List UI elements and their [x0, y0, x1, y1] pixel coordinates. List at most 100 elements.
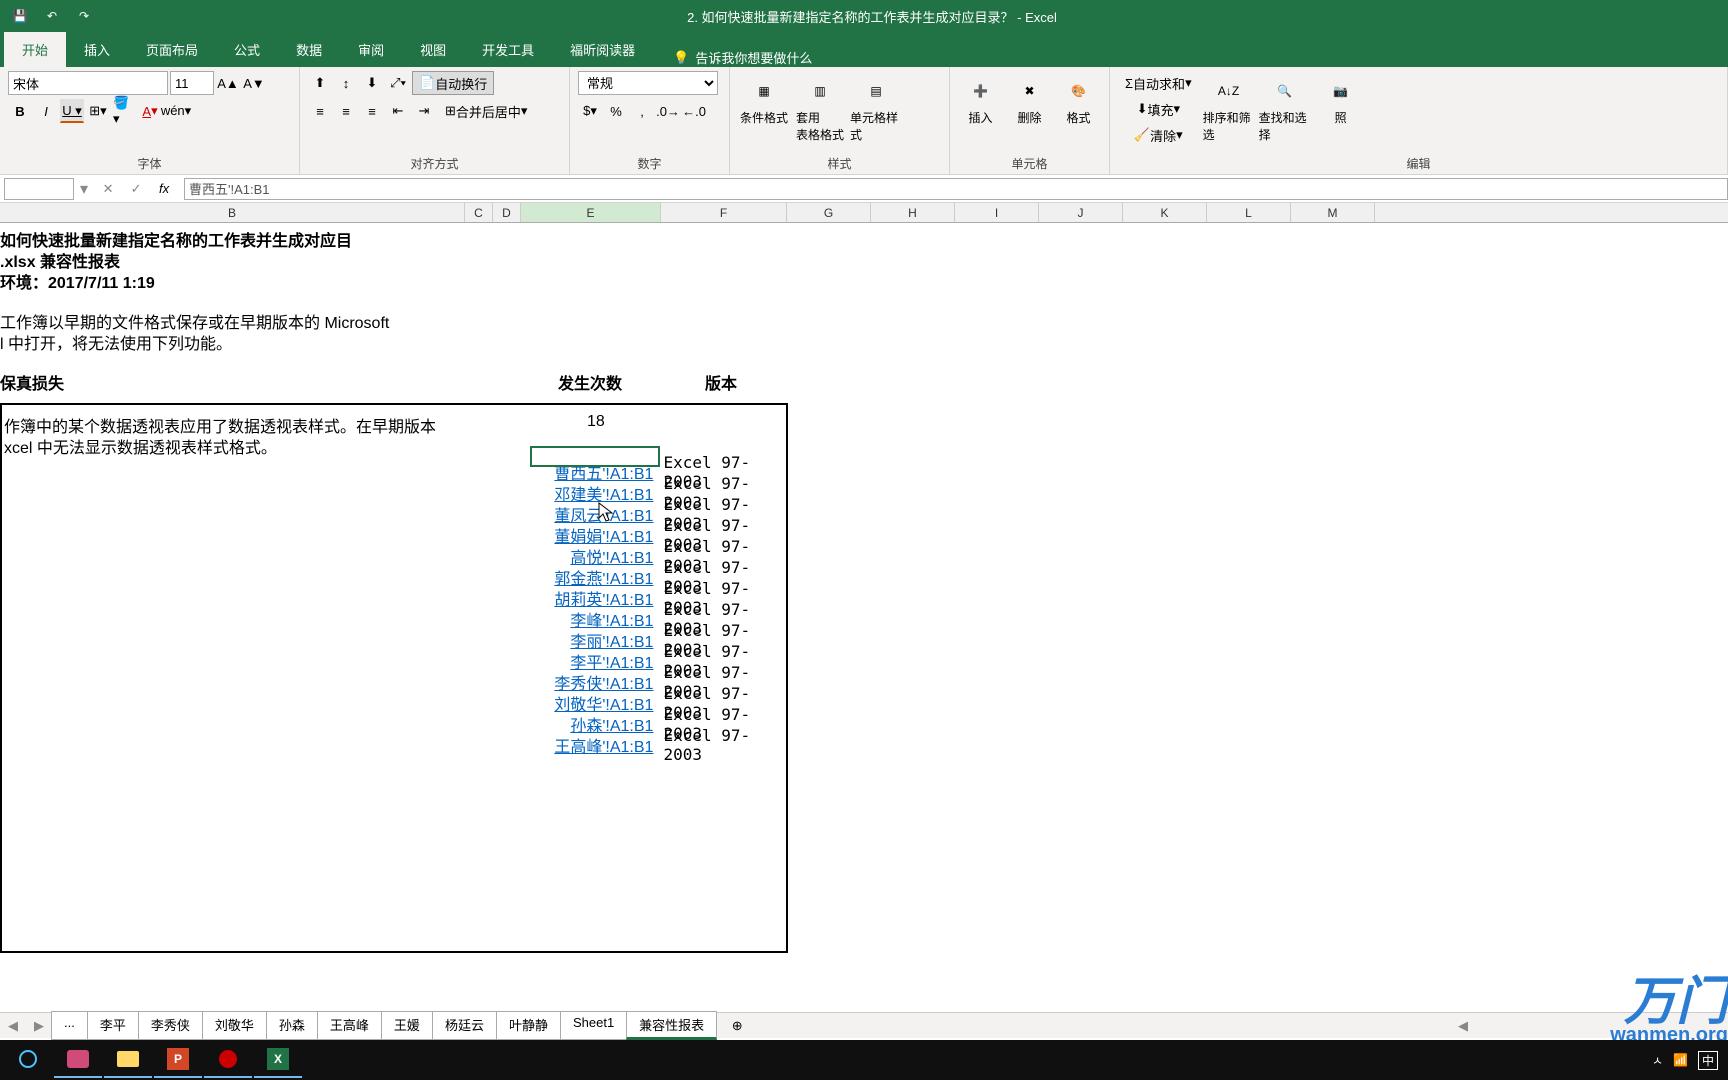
sheet-tab[interactable]: ... — [51, 1011, 88, 1040]
tray-network-icon[interactable]: 📶 — [1673, 1053, 1688, 1067]
recorder-icon[interactable] — [204, 1042, 252, 1078]
decrease-font-icon[interactable]: A▼ — [242, 71, 266, 95]
tray-chevron-icon[interactable]: ㅅ — [1652, 1052, 1663, 1069]
fx-icon[interactable]: fx — [152, 177, 176, 201]
table-format-button[interactable]: ▥套用 表格格式 — [794, 71, 846, 147]
col-b[interactable]: B — [0, 203, 465, 222]
fill-button[interactable]: ⬇ 填充 ▾ — [1118, 97, 1199, 121]
excel-taskbar-icon[interactable]: X — [254, 1042, 302, 1078]
tell-me-search[interactable]: 💡 告诉我你想要做什么 — [673, 48, 812, 67]
save-icon[interactable]: 💾 — [8, 4, 32, 28]
system-tray[interactable]: ㅅ 📶 中 — [1652, 1040, 1718, 1080]
formula-bar[interactable]: 曹西五'!A1:B1 — [184, 178, 1728, 200]
sheet-tab[interactable]: 李平 — [87, 1011, 139, 1040]
wrap-text-button[interactable]: 📄 自动换行 — [412, 71, 494, 95]
accept-formula-icon[interactable]: ✓ — [124, 177, 148, 201]
tab-developer[interactable]: 开发工具 — [464, 32, 552, 67]
sheet-tab[interactable]: 刘敬华 — [202, 1011, 267, 1040]
currency-icon[interactable]: $▾ — [578, 99, 602, 123]
tab-review[interactable]: 审阅 — [340, 32, 402, 67]
sheet-tab[interactable]: 兼容性报表 — [626, 1011, 717, 1040]
font-size-select[interactable] — [170, 71, 214, 95]
merge-center-button[interactable]: ⊞ 合并后居中 ▾ — [438, 99, 534, 123]
format-cells-button[interactable]: 🎨格式 — [1056, 71, 1101, 130]
comma-icon[interactable]: , — [630, 99, 654, 123]
cortana-icon[interactable] — [4, 1042, 52, 1078]
name-box-dropdown-icon[interactable]: ▾ — [80, 179, 88, 199]
col-h[interactable]: H — [871, 203, 955, 222]
undo-icon[interactable]: ↶ — [40, 4, 64, 28]
fill-color-button[interactable]: 🪣▾ — [112, 99, 136, 123]
col-k[interactable]: K — [1123, 203, 1207, 222]
align-left-icon[interactable]: ≡ — [308, 99, 332, 123]
camera-app-icon[interactable] — [54, 1042, 102, 1078]
col-m[interactable]: M — [1291, 203, 1375, 222]
align-bottom-icon[interactable]: ⬇ — [360, 71, 384, 95]
col-g[interactable]: G — [787, 203, 871, 222]
increase-decimal-icon[interactable]: .0→ — [656, 99, 680, 123]
indent-decrease-icon[interactable]: ⇤ — [386, 99, 410, 123]
col-e[interactable]: E — [521, 203, 661, 222]
col-d[interactable]: D — [493, 203, 521, 222]
increase-font-icon[interactable]: A▲ — [216, 71, 240, 95]
decrease-decimal-icon[interactable]: ←.0 — [682, 99, 706, 123]
phonetic-button[interactable]: wén▾ — [164, 99, 188, 123]
font-color-button[interactable]: A▾ — [138, 99, 162, 123]
sort-filter-button[interactable]: A↓Z排序和筛选 — [1203, 71, 1255, 147]
italic-button[interactable]: I — [34, 99, 58, 123]
col-c[interactable]: C — [465, 203, 493, 222]
worksheet-area[interactable]: 如何快速批量新建指定名称的工作表并生成对应目 .xlsx 兼容性报表 环境：20… — [0, 223, 1728, 953]
powerpoint-icon[interactable]: P — [154, 1042, 202, 1078]
sheet-tab[interactable]: 李秀侠 — [138, 1011, 203, 1040]
number-format-select[interactable]: 常规 — [578, 71, 718, 95]
orientation-icon[interactable]: ⤢▾ — [386, 71, 410, 95]
col-f[interactable]: F — [661, 203, 787, 222]
taskbar[interactable]: P X — [0, 1040, 1728, 1080]
align-middle-icon[interactable]: ↕ — [334, 71, 358, 95]
bold-button[interactable]: B — [8, 99, 32, 123]
delete-cells-button[interactable]: ✖删除 — [1007, 71, 1052, 130]
name-box[interactable] — [4, 178, 74, 200]
camera-button[interactable]: 📷照 — [1315, 71, 1367, 130]
underline-button[interactable]: U ▾ — [60, 99, 84, 123]
tab-insert[interactable]: 插入 — [66, 32, 128, 67]
find-select-button[interactable]: 🔍查找和选择 — [1259, 71, 1311, 147]
align-right-icon[interactable]: ≡ — [360, 99, 384, 123]
tab-view[interactable]: 视图 — [402, 32, 464, 67]
find-icon: 🔍 — [1269, 75, 1301, 107]
conditional-format-button[interactable]: ▦条件格式 — [738, 71, 790, 130]
tab-formulas[interactable]: 公式 — [216, 32, 278, 67]
percent-icon[interactable]: % — [604, 99, 628, 123]
sheet-tab[interactable]: 王媛 — [381, 1011, 433, 1040]
redo-icon[interactable]: ↷ — [72, 4, 96, 28]
file-explorer-icon[interactable] — [104, 1042, 152, 1078]
tab-home[interactable]: 开始 — [4, 32, 66, 67]
column-headers[interactable]: B C D E F G H I J K L M — [0, 203, 1728, 223]
autosum-button[interactable]: Σ 自动求和 ▾ — [1118, 71, 1199, 95]
sheet-tab[interactable]: 王高峰 — [317, 1011, 382, 1040]
col-j[interactable]: J — [1039, 203, 1123, 222]
font-name-select[interactable] — [8, 71, 168, 95]
col-i[interactable]: I — [955, 203, 1039, 222]
tab-layout[interactable]: 页面布局 — [128, 32, 216, 67]
tab-nav-prev-icon[interactable]: ◀ — [0, 1018, 26, 1034]
sheet-tab[interactable]: 叶静静 — [496, 1011, 561, 1040]
sheet-tab[interactable]: 杨廷云 — [432, 1011, 497, 1040]
sheet-tab[interactable]: Sheet1 — [560, 1011, 627, 1040]
ime-indicator[interactable]: 中 — [1698, 1051, 1718, 1070]
sheet-tab[interactable]: 孙森 — [266, 1011, 318, 1040]
align-top-icon[interactable]: ⬆ — [308, 71, 332, 95]
add-sheet-button[interactable]: ⊕ — [725, 1014, 749, 1038]
tab-data[interactable]: 数据 — [278, 32, 340, 67]
border-button[interactable]: ⊞▾ — [86, 99, 110, 123]
clear-button[interactable]: 🧹 清除 ▾ — [1118, 123, 1199, 147]
cell-styles-button[interactable]: ▤单元格样式 — [850, 71, 902, 147]
cancel-formula-icon[interactable]: ✕ — [96, 177, 120, 201]
indent-increase-icon[interactable]: ⇥ — [412, 99, 436, 123]
col-l[interactable]: L — [1207, 203, 1291, 222]
tab-nav-next-icon[interactable]: ▶ — [26, 1018, 52, 1034]
sheet-hyperlink[interactable]: 王高峰'!A1:B1 — [536, 733, 653, 757]
align-center-icon[interactable]: ≡ — [334, 99, 358, 123]
insert-cells-button[interactable]: ➕插入 — [958, 71, 1003, 130]
tab-foxit[interactable]: 福昕阅读器 — [552, 32, 653, 67]
